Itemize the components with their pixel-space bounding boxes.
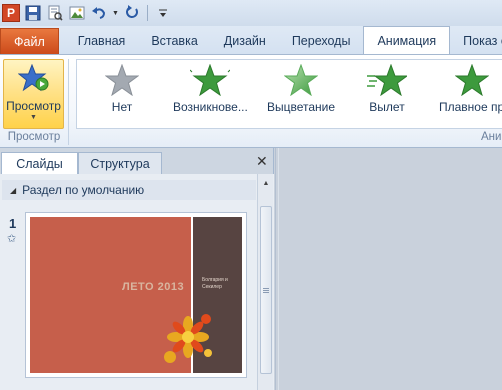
panel-scrollbar[interactable]: ▲ <box>257 174 273 390</box>
slides-list: ◢ Раздел по умолчанию 1 ✩ ЛЕТО 2013 Болг… <box>0 174 274 390</box>
tab-slideshow[interactable]: Показ сл <box>450 28 502 54</box>
print-preview-icon[interactable] <box>46 4 64 22</box>
effect-appear[interactable]: Возникнове... <box>173 64 248 126</box>
slide-thumbnail[interactable]: ЛЕТО 2013 Болгария и Секилер <box>25 212 247 378</box>
star-green-fly-icon <box>367 64 407 96</box>
tab-transitions[interactable]: Переходы <box>279 28 364 54</box>
save-icon[interactable] <box>24 4 42 22</box>
tab-insert[interactable]: Вставка <box>138 28 210 54</box>
picture-icon[interactable] <box>68 4 86 22</box>
effect-float-in[interactable]: Плавное пр <box>439 64 502 126</box>
close-icon[interactable]: ✕ <box>256 153 268 170</box>
preview-button[interactable]: Просмотр ▼ <box>3 59 64 129</box>
undo-icon[interactable] <box>90 4 108 22</box>
preview-dropdown-icon: ▼ <box>30 114 37 121</box>
star-gray-icon <box>105 64 139 96</box>
effect-label: Плавное пр <box>439 100 502 114</box>
section-header[interactable]: ◢ Раздел по умолчанию <box>2 180 256 200</box>
customize-icon[interactable] <box>154 4 172 22</box>
quick-access-toolbar: P ▼ <box>0 0 502 26</box>
effect-label: Выцветание <box>267 100 336 114</box>
star-green-float-icon <box>454 64 489 96</box>
toolbar-separator <box>146 5 148 21</box>
collapse-triangle-icon[interactable]: ◢ <box>10 186 16 195</box>
group-separator <box>68 59 69 145</box>
panel-tabs: Слайды Структура <box>0 148 274 174</box>
star-green-fade-icon <box>284 64 319 96</box>
tab-slides[interactable]: Слайды <box>1 152 78 174</box>
effect-label: Нет <box>111 100 133 114</box>
app-icon-letter: P <box>6 6 15 20</box>
section-label: Раздел по умолчанию <box>22 183 145 197</box>
effect-fade[interactable]: Выцветание <box>267 64 335 126</box>
star-green-appear-icon <box>190 64 231 96</box>
preview-star-icon <box>17 63 50 95</box>
redo-icon[interactable] <box>123 4 141 22</box>
panel-splitter[interactable] <box>278 148 279 390</box>
scroll-thumb[interactable] <box>260 206 272 374</box>
scroll-up-icon[interactable]: ▲ <box>259 176 273 190</box>
powerpoint-app-icon[interactable]: P <box>2 4 20 22</box>
undo-dropdown-icon[interactable]: ▼ <box>112 10 119 17</box>
ribbon-tabs: Файл Главная Вставка Дизайн Переходы Ани… <box>0 26 502 54</box>
slide-subtitle: Болгария и Секилер <box>202 277 228 290</box>
slide-editing-area[interactable] <box>275 148 502 390</box>
effect-label: Вылет <box>369 100 405 114</box>
tab-design[interactable]: Дизайн <box>211 28 279 54</box>
ribbon-panel: Просмотр ▼ Просмотр Нет Возникнове... Вы… <box>0 54 502 148</box>
tab-home[interactable]: Главная <box>65 28 139 54</box>
preview-label: Просмотр <box>6 99 61 113</box>
slides-panel: Слайды Структура ✕ ◢ Раздел по умолчанию… <box>0 148 274 390</box>
effect-fly-in[interactable]: Вылет <box>367 64 407 126</box>
grip-icon <box>263 287 269 293</box>
animation-group-label: Ани <box>481 131 502 143</box>
tab-outline[interactable]: Структура <box>78 152 162 174</box>
tab-file[interactable]: Файл <box>0 28 59 54</box>
animation-indicator-icon: ✩ <box>7 233 17 245</box>
slide-number: 1 <box>9 216 17 231</box>
preview-group-label: Просмотр <box>7 131 61 143</box>
flower-decoration-icon <box>158 307 218 370</box>
effect-none[interactable]: Нет <box>105 64 139 126</box>
slide-title: ЛЕТО 2013 <box>122 281 185 293</box>
effect-label: Возникнове... <box>173 100 248 114</box>
tab-animations[interactable]: Анимация <box>363 26 451 54</box>
animation-gallery: Нет Возникнове... Выцветание Вылет Плавн… <box>76 59 502 129</box>
